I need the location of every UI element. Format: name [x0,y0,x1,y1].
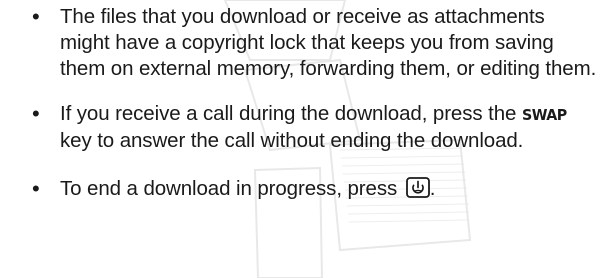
bullet-call-during-download: If you receive a call during the downloa… [0,101,601,154]
bullet-call-text-after: key to answer the call without ending th… [60,129,524,152]
bullet-list: The files that you download or receive a… [0,0,601,202]
bullet-end-download: To end a download in progress, press . [0,176,601,202]
end-power-key-icon [405,177,430,198]
bullet-end-text-before: To end a download in progress, press [60,177,403,200]
bullet-copyright-lock-text: The files that you download or receive a… [60,5,597,80]
bullet-end-text-after: . [429,177,436,200]
swap-key-label: SWAP [521,106,567,124]
bullet-copyright-lock: The files that you download or receive a… [0,4,601,82]
bullet-call-text-before: If you receive a call during the downloa… [60,102,522,125]
